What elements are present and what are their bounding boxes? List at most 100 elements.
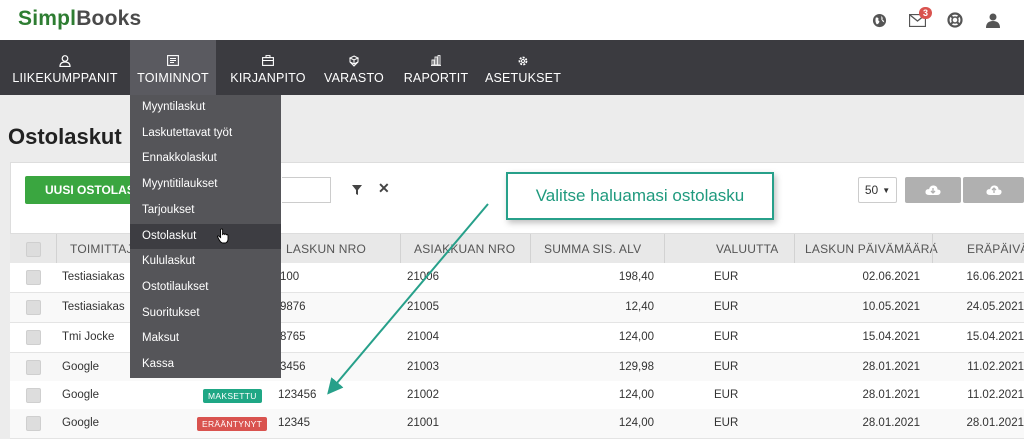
menu-item-ostolaskut[interactable]: Ostolaskut <box>130 223 281 250</box>
cell-sum: 12,40 <box>625 301 654 313</box>
menu-item-kassa[interactable]: Kassa <box>130 352 281 378</box>
cell-currency: EUR <box>714 331 739 343</box>
cell-invoice-nro: 8765 <box>280 331 306 343</box>
cell-due-date: 11.02.2021 <box>967 389 1024 401</box>
cell-customer-nro: 21005 <box>407 301 439 313</box>
menu-item-laskutettavat-tyot[interactable]: Laskutettavat työt <box>130 121 281 147</box>
menu-item-tarjoukset[interactable]: Tarjoukset <box>130 198 281 224</box>
menu-item-suoritukset[interactable]: Suoritukset <box>130 301 281 327</box>
clear-filter-icon[interactable]: ✕ <box>378 180 390 197</box>
nav-raportit[interactable]: RAPORTIT <box>398 40 474 95</box>
cell-currency: EUR <box>714 361 739 373</box>
user-icon <box>59 54 71 67</box>
list-icon <box>167 55 179 66</box>
col-laskun-paivamaara[interactable]: LASKUN PÄIVÄMÄÄRÄ <box>805 234 938 264</box>
cell-supplier: Testiasiakas <box>62 271 125 283</box>
status-badge: ERÄÄNTYNYT <box>197 417 268 431</box>
cell-sum: 129,98 <box>618 361 654 373</box>
cell-supplier: Testiasiakas <box>62 301 125 313</box>
cell-date: 15.04.2021 <box>862 331 920 343</box>
cell-date: 02.06.2021 <box>862 271 920 283</box>
menu-item-maksut[interactable]: Maksut <box>130 326 281 352</box>
cell-supplier: Tmi Jocke <box>62 331 115 343</box>
per-page-select[interactable]: 50 ▼ <box>858 177 897 203</box>
cell-sum: 124,00 <box>618 331 654 343</box>
nav-asetukset[interactable]: ASETUKSET <box>484 40 562 95</box>
cell-supplier: Google <box>62 389 100 401</box>
cloud-download-icon <box>925 184 941 195</box>
col-laskun-nro[interactable]: LASKUN NRO <box>286 234 366 264</box>
cell-sum: 124,00 <box>618 417 654 429</box>
filter-icon[interactable] <box>352 182 362 200</box>
cell-due-date: 28.01.2021 <box>966 417 1024 429</box>
row-checkbox[interactable] <box>26 300 41 315</box>
cell-supplier: Google <box>62 361 100 373</box>
cell-customer-nro: 21006 <box>407 271 439 283</box>
briefcase-icon <box>262 55 274 66</box>
menu-item-kululaskut[interactable]: Kululaskut <box>130 249 281 275</box>
cell-sum: 198,40 <box>618 271 654 283</box>
main-nav: LIIKEKUMPPANIT TOIMINNOT KIRJANPITO VARA… <box>0 40 1024 95</box>
user-account-icon[interactable] <box>974 10 1012 30</box>
nav-varasto[interactable]: VARASTO <box>320 40 388 95</box>
toiminnot-dropdown-menu: Myyntilaskut Laskutettavat työt Ennakkol… <box>130 95 281 378</box>
cell-invoice-nro: 123456 <box>278 389 317 401</box>
cell-date: 28.01.2021 <box>862 389 920 401</box>
cell-due-date: 16.06.2021 <box>966 271 1024 283</box>
gear-icon <box>518 56 528 65</box>
row-checkbox[interactable] <box>26 330 41 345</box>
nav-liikekumppanit[interactable]: LIIKEKUMPPANIT <box>10 40 120 95</box>
cell-supplier: Google <box>62 417 100 429</box>
cell-due-date: 24.05.2021 <box>966 301 1024 313</box>
cloud-upload-icon <box>985 184 1002 195</box>
col-summa[interactable]: SUMMA SIS. ALV <box>544 234 641 264</box>
instruction-callout: Valitse haluamasi ostolasku <box>506 172 774 220</box>
download-button[interactable] <box>905 177 961 203</box>
cell-currency: EUR <box>714 389 739 401</box>
cell-invoice-nro: 12345 <box>278 417 310 429</box>
cell-currency: EUR <box>714 301 739 313</box>
cell-due-date: 11.02.2021 <box>967 361 1024 373</box>
cell-currency: EUR <box>714 271 739 283</box>
col-asiakkuan-nro[interactable]: ASIAKKUAN NRO <box>414 234 515 264</box>
upload-button[interactable] <box>963 177 1024 203</box>
table-row[interactable]: Google MAKSETTU 123456 21002 124,00 EUR … <box>10 381 1024 411</box>
hand-cursor-icon <box>217 228 230 249</box>
cell-invoice-nro: 3456 <box>280 361 306 373</box>
cell-date: 28.01.2021 <box>862 361 920 373</box>
status-badge: MAKSETTU <box>203 389 262 403</box>
menu-item-ostotilaukset[interactable]: Ostotilaukset <box>130 275 281 301</box>
top-bar: SimplBooks 3 <box>0 0 1024 41</box>
caret-down-icon: ▼ <box>882 185 891 195</box>
notification-badge: 3 <box>918 7 932 19</box>
search-input[interactable] <box>282 177 331 203</box>
page-title: Ostolaskut <box>8 124 122 149</box>
table-row[interactable]: Google ERÄÄNTYNYT 12345 21001 124,00 EUR… <box>10 409 1024 439</box>
cell-currency: EUR <box>714 417 739 429</box>
logo[interactable]: SimplBooks <box>18 7 141 31</box>
row-checkbox[interactable] <box>26 270 41 285</box>
nav-toiminnot[interactable]: TOIMINNOT <box>130 40 216 95</box>
row-checkbox[interactable] <box>26 360 41 375</box>
select-all-checkbox[interactable] <box>26 242 41 257</box>
bar-chart-icon <box>431 55 441 66</box>
nav-kirjanpito[interactable]: KIRJANPITO <box>226 40 310 95</box>
globe-icon[interactable] <box>860 10 898 30</box>
cell-customer-nro: 21002 <box>407 389 439 401</box>
cell-invoice-nro: 100 <box>280 271 300 283</box>
row-checkbox[interactable] <box>26 416 41 431</box>
col-valuutta[interactable]: VALUUTTA <box>716 234 779 264</box>
cell-customer-nro: 21003 <box>407 361 439 373</box>
cell-invoice-nro: 9876 <box>280 301 306 313</box>
cell-customer-nro: 21004 <box>407 331 439 343</box>
cell-sum: 124,00 <box>618 389 654 401</box>
row-checkbox[interactable] <box>26 388 41 403</box>
help-lifebuoy-icon[interactable] <box>936 10 974 30</box>
new-purchase-invoice-button[interactable]: UUSI OSTOLASKU <box>25 176 135 204</box>
mail-icon[interactable]: 3 <box>898 7 936 30</box>
col-erapaiva[interactable]: ERÄPÄIVÄ <box>967 234 1024 264</box>
cell-customer-nro: 21001 <box>407 417 439 429</box>
menu-item-myyntitilaukset[interactable]: Myyntitilaukset <box>130 172 281 198</box>
menu-item-ennakkolaskut[interactable]: Ennakkolaskut <box>130 146 281 172</box>
menu-item-myyntilaskut[interactable]: Myyntilaskut <box>130 95 281 121</box>
